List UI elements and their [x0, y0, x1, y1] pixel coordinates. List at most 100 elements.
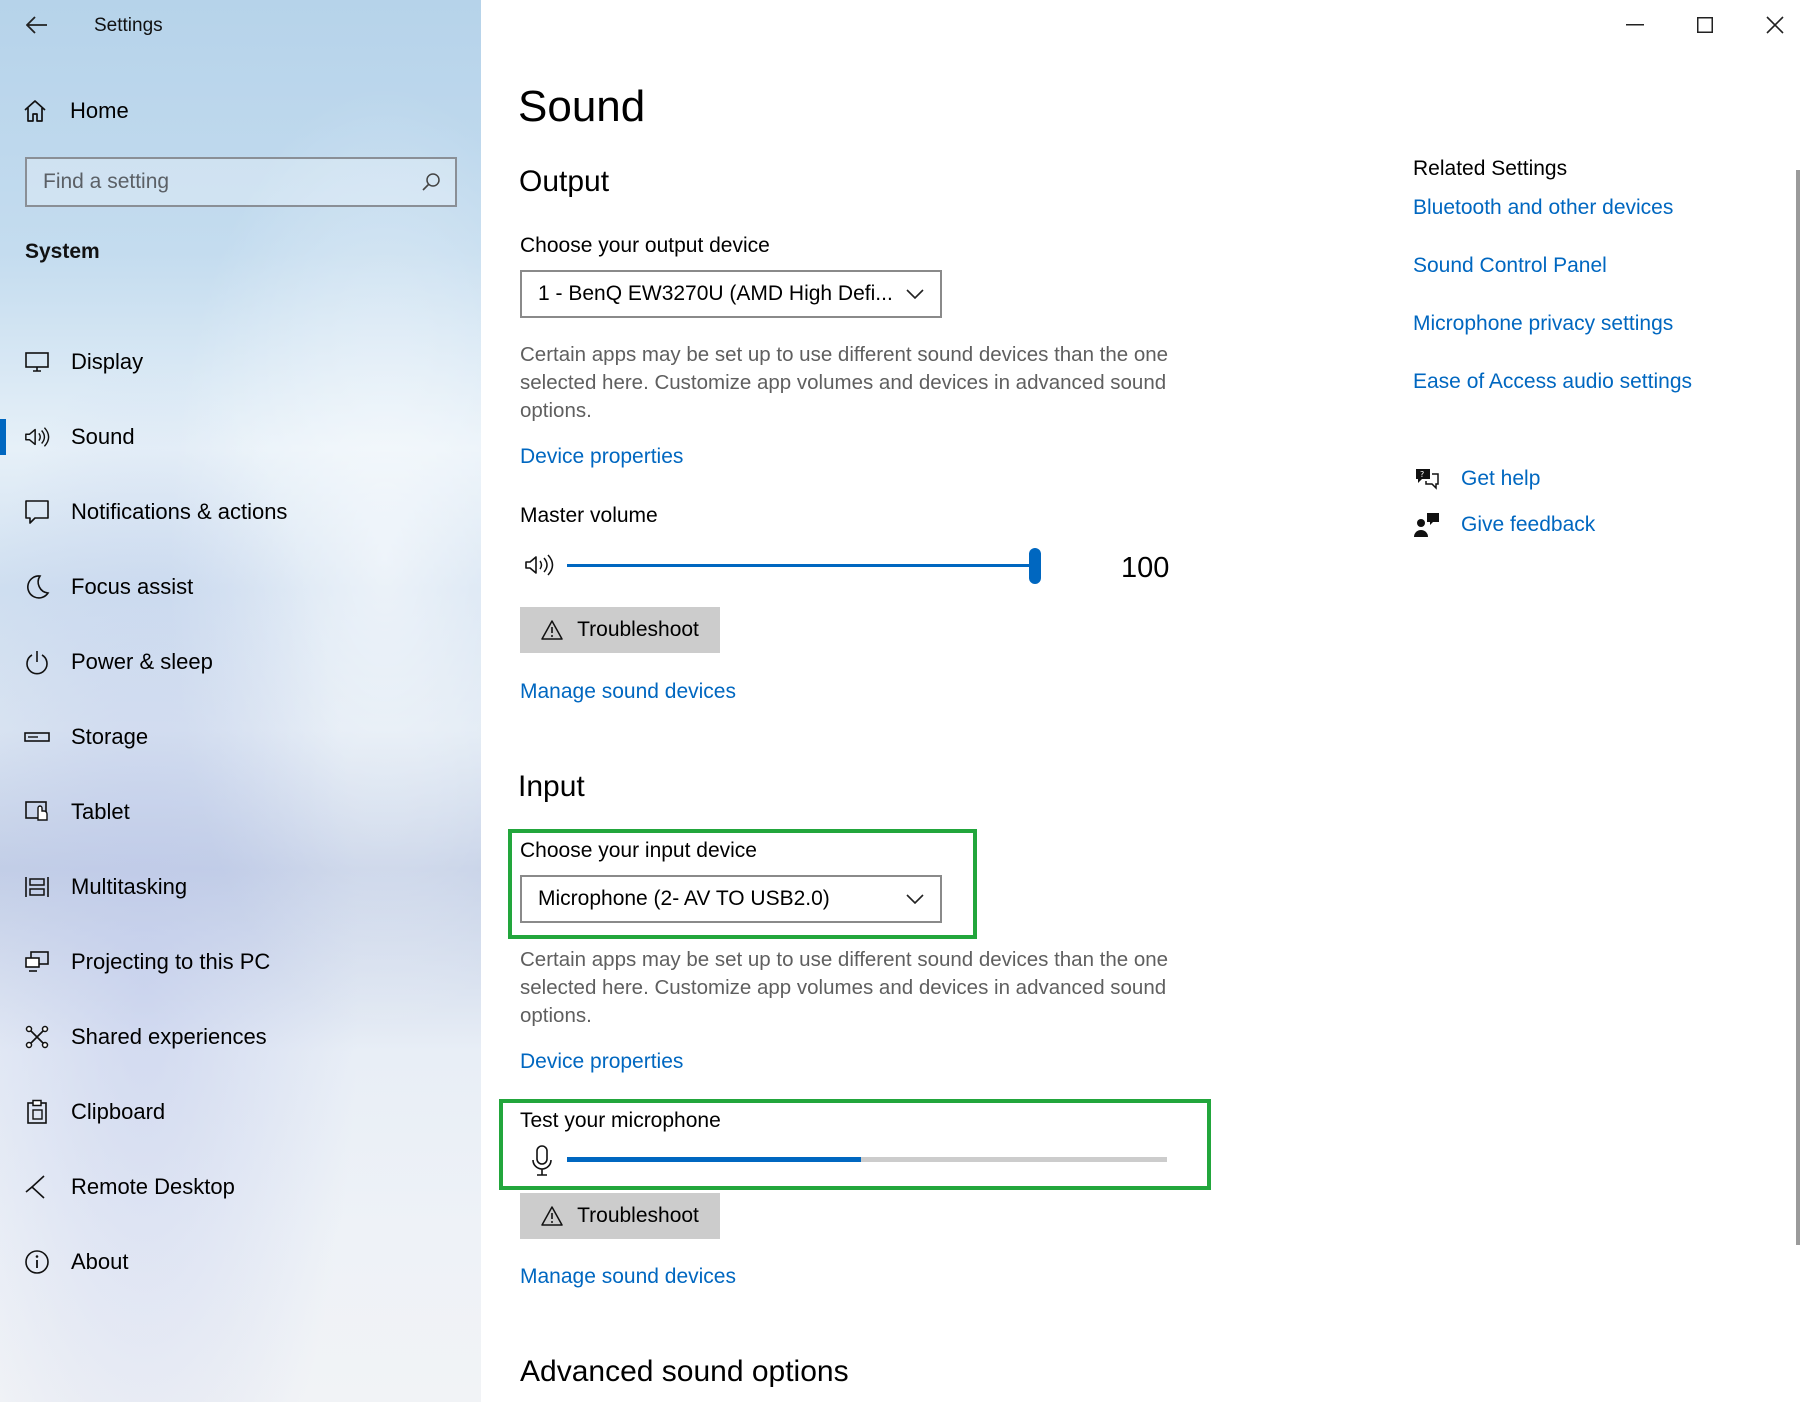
volume-track: [567, 564, 1041, 567]
search-icon[interactable]: [421, 172, 441, 192]
power-icon: [24, 649, 50, 675]
sidebar-item-display[interactable]: Display: [0, 340, 481, 384]
sidebar-item-projecting[interactable]: Projecting to this PC: [0, 940, 481, 984]
sidebar-item-label: Focus assist: [71, 574, 194, 599]
sidebar-item-power-sleep[interactable]: Power & sleep: [0, 640, 481, 684]
master-volume-label: Master volume: [520, 504, 658, 527]
input-manage-devices-link[interactable]: Manage sound devices: [520, 1265, 736, 1289]
monitor-icon: [24, 349, 50, 375]
mic-level-fill: [567, 1157, 861, 1162]
sidebar-item-clipboard[interactable]: Clipboard: [0, 1090, 481, 1134]
related-link-ease-of-access-audio[interactable]: Ease of Access audio settings: [1413, 370, 1692, 394]
sidebar-item-remote-desktop[interactable]: Remote Desktop: [0, 1165, 481, 1209]
sidebar-item-sound[interactable]: Sound: [0, 415, 481, 459]
sidebar-item-label: Tablet: [71, 799, 130, 824]
microphone-icon: [530, 1144, 554, 1183]
output-troubleshoot-button[interactable]: Troubleshoot: [520, 607, 720, 653]
output-device-value: 1 - BenQ EW3270U (AMD High Defi...: [538, 282, 893, 305]
close-button[interactable]: [1740, 0, 1800, 50]
search-box[interactable]: [25, 157, 457, 207]
moon-icon: [24, 574, 50, 600]
input-heading: Input: [518, 770, 585, 803]
troubleshoot-label: Troubleshoot: [577, 1204, 699, 1227]
sidebar-item-label: Storage: [71, 724, 149, 749]
search-input[interactable]: [43, 170, 421, 194]
sidebar-item-label: Clipboard: [71, 1099, 166, 1124]
sidebar-item-multitasking[interactable]: Multitasking: [0, 865, 481, 909]
warning-icon: [541, 1206, 563, 1226]
sidebar-item-label: Remote Desktop: [71, 1174, 235, 1199]
master-volume-slider[interactable]: [567, 548, 1041, 584]
sidebar-item-focus-assist[interactable]: Focus assist: [0, 565, 481, 609]
sidebar-item-tablet[interactable]: Tablet: [0, 790, 481, 834]
input-device-dropdown[interactable]: Microphone (2- AV TO USB2.0): [520, 875, 942, 923]
sidebar: Settings Home System Display Sound Notif…: [0, 0, 481, 1402]
volume-speaker-icon[interactable]: [524, 552, 556, 583]
shared-icon: [24, 1024, 50, 1050]
help-chat-icon: ?: [1416, 469, 1439, 490]
sidebar-home[interactable]: Home: [22, 92, 129, 130]
multitasking-icon: [24, 874, 50, 900]
get-help-link[interactable]: Get help: [1461, 467, 1540, 491]
advanced-sound-heading: Advanced sound options: [520, 1355, 849, 1388]
remote-desktop-icon: [24, 1174, 50, 1200]
maximize-icon: [1697, 17, 1713, 33]
sidebar-home-label: Home: [70, 98, 129, 123]
minimize-icon: [1626, 24, 1644, 26]
back-arrow-icon: [26, 16, 47, 34]
back-button[interactable]: [20, 8, 54, 42]
maximize-button[interactable]: [1670, 0, 1740, 50]
volume-value: 100: [1121, 552, 1170, 584]
feedback-person-icon: [1414, 513, 1439, 537]
sidebar-item-shared-experiences[interactable]: Shared experiences: [0, 1015, 481, 1059]
related-link-mic-privacy[interactable]: Microphone privacy settings: [1413, 312, 1673, 336]
related-link-sound-control-panel[interactable]: Sound Control Panel: [1413, 254, 1607, 278]
window-title: Settings: [94, 15, 163, 36]
tablet-icon: [24, 799, 50, 825]
page-title: Sound: [518, 82, 646, 131]
main-content: Sound Output Choose your output device 1…: [481, 0, 1800, 1402]
sidebar-item-storage[interactable]: Storage: [0, 715, 481, 759]
sidebar-item-label: Sound: [71, 424, 135, 449]
sidebar-group-title: System: [25, 240, 100, 263]
related-settings-title: Related Settings: [1413, 157, 1568, 180]
output-manage-devices-link[interactable]: Manage sound devices: [520, 680, 736, 704]
give-feedback-row[interactable]: Give feedback: [1413, 512, 1595, 538]
warning-icon: [541, 620, 563, 640]
mic-test-label: Test your microphone: [520, 1109, 721, 1132]
give-feedback-link[interactable]: Give feedback: [1461, 513, 1595, 537]
chevron-down-icon: [906, 289, 924, 299]
output-device-label: Choose your output device: [520, 234, 770, 257]
scrollbar[interactable]: [1796, 170, 1800, 1245]
minimize-button[interactable]: [1600, 0, 1670, 50]
sidebar-item-label: Multitasking: [71, 874, 188, 899]
input-description: Certain apps may be set up to use differ…: [520, 948, 1169, 1027]
input-device-value: Microphone (2- AV TO USB2.0): [538, 887, 830, 910]
info-icon: [24, 1249, 50, 1275]
output-device-properties-link[interactable]: Device properties: [520, 445, 683, 469]
projecting-icon: [24, 949, 50, 975]
notification-icon: [24, 499, 50, 525]
mic-level-meter: [567, 1157, 1167, 1162]
get-help-row[interactable]: ? Get help: [1413, 466, 1540, 492]
sidebar-item-label: About: [71, 1249, 129, 1274]
svg-text:?: ?: [1420, 470, 1424, 479]
speaker-icon: [24, 424, 50, 450]
input-troubleshoot-button[interactable]: Troubleshoot: [520, 1193, 720, 1239]
input-device-properties-link[interactable]: Device properties: [520, 1050, 683, 1074]
sidebar-item-notifications[interactable]: Notifications & actions: [0, 490, 481, 534]
home-icon: [24, 100, 46, 122]
sidebar-item-about[interactable]: About: [0, 1240, 481, 1284]
chevron-down-icon: [906, 894, 924, 904]
sidebar-item-label: Display: [71, 349, 144, 374]
close-icon: [1766, 16, 1784, 34]
output-device-dropdown[interactable]: 1 - BenQ EW3270U (AMD High Defi...: [520, 270, 942, 318]
troubleshoot-label: Troubleshoot: [577, 618, 699, 641]
storage-icon: [24, 724, 50, 750]
sidebar-item-label: Projecting to this PC: [71, 949, 271, 974]
related-link-bluetooth[interactable]: Bluetooth and other devices: [1413, 196, 1673, 220]
output-heading: Output: [519, 165, 610, 198]
input-device-label: Choose your input device: [520, 839, 757, 862]
sidebar-item-label: Shared experiences: [71, 1024, 267, 1049]
volume-thumb[interactable]: [1029, 548, 1041, 584]
